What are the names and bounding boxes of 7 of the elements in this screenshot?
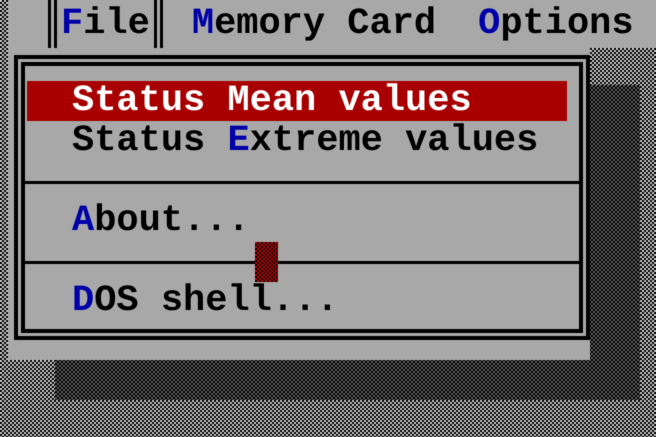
menu-item[interactable]: Status Mean values xyxy=(27,81,567,121)
menu-item[interactable]: DOS shell... xyxy=(27,281,567,321)
mouse-cursor-icon xyxy=(255,242,278,282)
menu-item[interactable]: Status Extreme values xyxy=(27,121,567,161)
menu-bar-item[interactable]: Memory Card xyxy=(178,0,450,48)
menu-bar-item[interactable]: Options xyxy=(465,0,647,48)
menu-item[interactable]: About... xyxy=(27,201,567,241)
